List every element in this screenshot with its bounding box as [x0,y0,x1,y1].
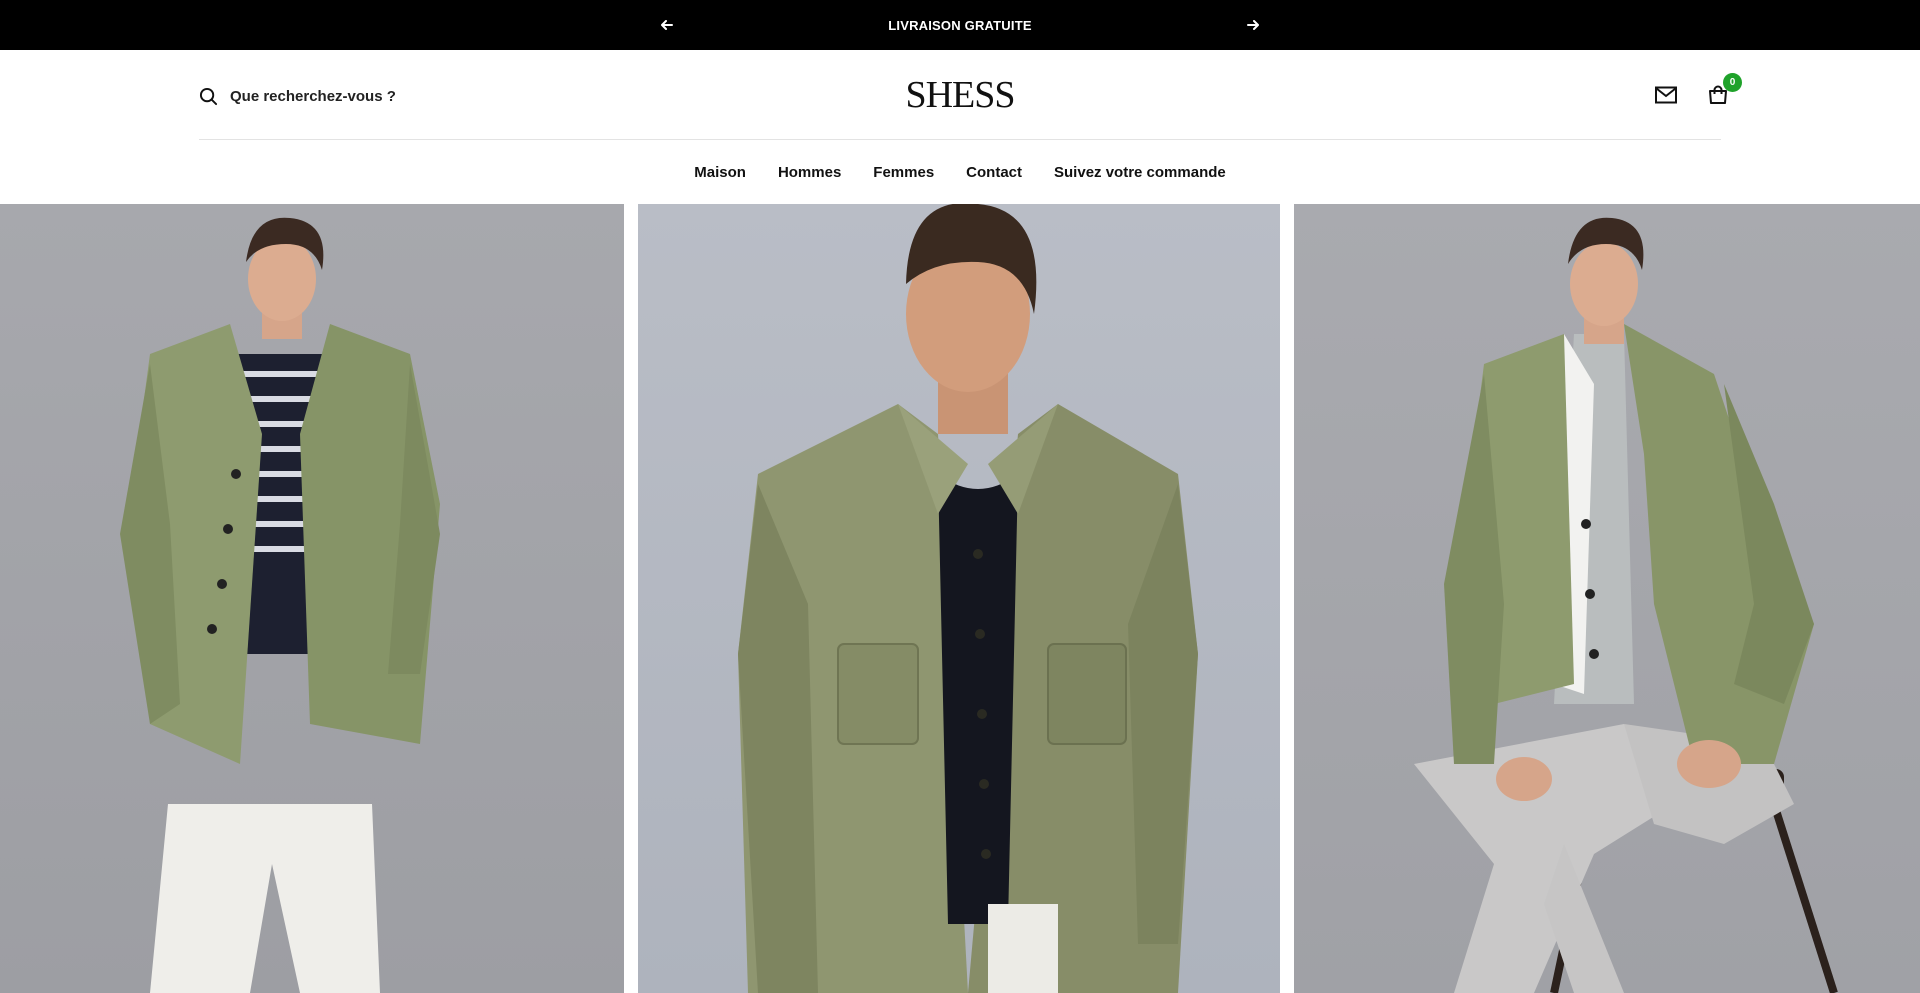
search-placeholder[interactable]: Que recherchez-vous ? [230,88,396,105]
contact-button[interactable] [1652,81,1680,109]
mail-icon [1655,86,1677,104]
header-actions: 0 [1652,73,1742,110]
main-nav: Maison Hommes Femmes Contact Suivez votr… [0,140,1920,204]
search-icon [199,87,218,105]
model-seated-illustration [1414,217,1838,993]
arrow-right-icon [1247,20,1259,30]
hero-image-center[interactable] [638,204,1280,993]
nav-item-maison[interactable]: Maison [694,164,746,181]
hero-image-right[interactable] [1294,204,1920,993]
cart-count-badge: 0 [1723,73,1742,92]
announcement-prev-button[interactable] [657,15,677,35]
nav-item-contact[interactable]: Contact [966,164,1022,181]
cart-button[interactable]: 0 [1704,73,1742,109]
search-bar[interactable]: Que recherchez-vous ? [199,84,459,108]
site-logo[interactable]: SHESS [860,72,1060,118]
announcement-next-button[interactable] [1243,15,1263,35]
site-header: Que recherchez-vous ? SHESS 0 Maison Hom… [0,50,1920,204]
arrow-left-icon [661,20,673,30]
nav-item-hommes[interactable]: Hommes [778,164,841,181]
announcement-bar: LIVRAISON GRATUITE [0,0,1920,50]
model-standing-illustration [120,217,440,993]
announcement-message: LIVRAISON GRATUITE [888,17,1032,33]
hero-image-left[interactable] [0,204,624,993]
model-closeup-illustration [738,204,1198,993]
nav-item-femmes[interactable]: Femmes [873,164,934,181]
hero-collage [0,204,1920,993]
nav-item-track-order[interactable]: Suivez votre commande [1054,164,1226,181]
